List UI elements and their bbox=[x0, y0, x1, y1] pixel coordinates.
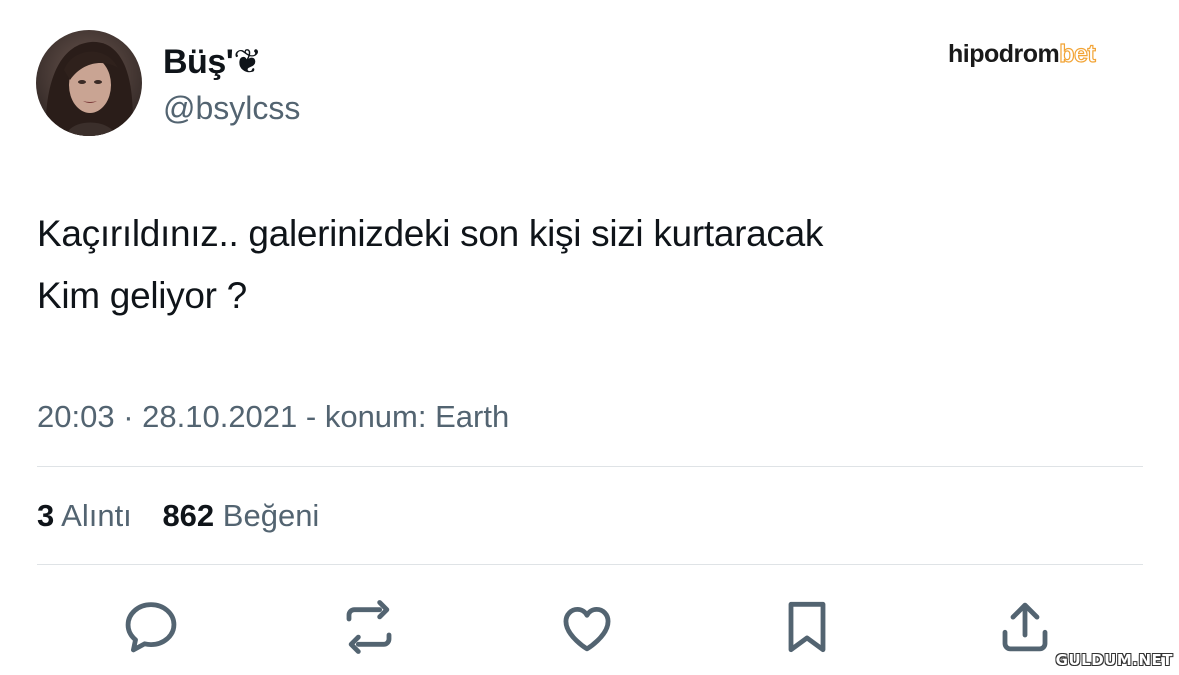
divider bbox=[37, 564, 1143, 565]
user-handle[interactable]: @bsylcss bbox=[163, 88, 300, 128]
brand-logo-part1: hipodrom bbox=[948, 40, 1060, 68]
bookmark-button[interactable] bbox=[772, 592, 842, 662]
likes-stat[interactable]: 862 Beğeni bbox=[162, 496, 319, 536]
reply-icon bbox=[125, 602, 177, 653]
like-icon bbox=[563, 607, 611, 652]
like-button[interactable] bbox=[552, 592, 622, 662]
tweet-timestamp[interactable]: 20:03 · 28.10.2021 - konum: Earth bbox=[37, 397, 509, 437]
likes-label: Beğeni bbox=[222, 498, 320, 533]
share-button[interactable] bbox=[990, 592, 1060, 662]
tweet-card: Büş'❦ @bsylcss hipodrombet Kaçırıldınız.… bbox=[0, 0, 1179, 675]
avatar-photo bbox=[36, 30, 142, 136]
quotes-label: Alıntı bbox=[61, 498, 132, 533]
share-icon bbox=[1002, 602, 1048, 652]
brand-logo-part2: bet bbox=[1059, 39, 1097, 68]
quotes-stat[interactable]: 3 Alıntı bbox=[37, 496, 132, 536]
bookmark-icon bbox=[788, 601, 826, 653]
quotes-count: 3 bbox=[37, 498, 55, 533]
retweet-button[interactable] bbox=[334, 592, 404, 662]
tweet-text-line: Kim geliyor ? bbox=[37, 275, 247, 316]
tweet-text-line: Kaçırıldınız.. galerinizdeki son kişi si… bbox=[37, 213, 824, 254]
tweet-text: Kaçırıldınız.. galerinizdeki son kişi si… bbox=[37, 203, 823, 327]
tweet-stats: 3 Alıntı 862 Beğeni bbox=[37, 496, 341, 536]
divider bbox=[37, 466, 1143, 467]
watermark: GULDUM.NET bbox=[1055, 651, 1173, 669]
display-name[interactable]: Büş'❦ bbox=[163, 42, 262, 82]
brand-logo: hipodrombet bbox=[948, 38, 1097, 70]
likes-count: 862 bbox=[162, 498, 215, 533]
retweet-icon bbox=[346, 600, 392, 654]
reply-button[interactable] bbox=[116, 592, 186, 662]
avatar[interactable] bbox=[36, 30, 142, 136]
